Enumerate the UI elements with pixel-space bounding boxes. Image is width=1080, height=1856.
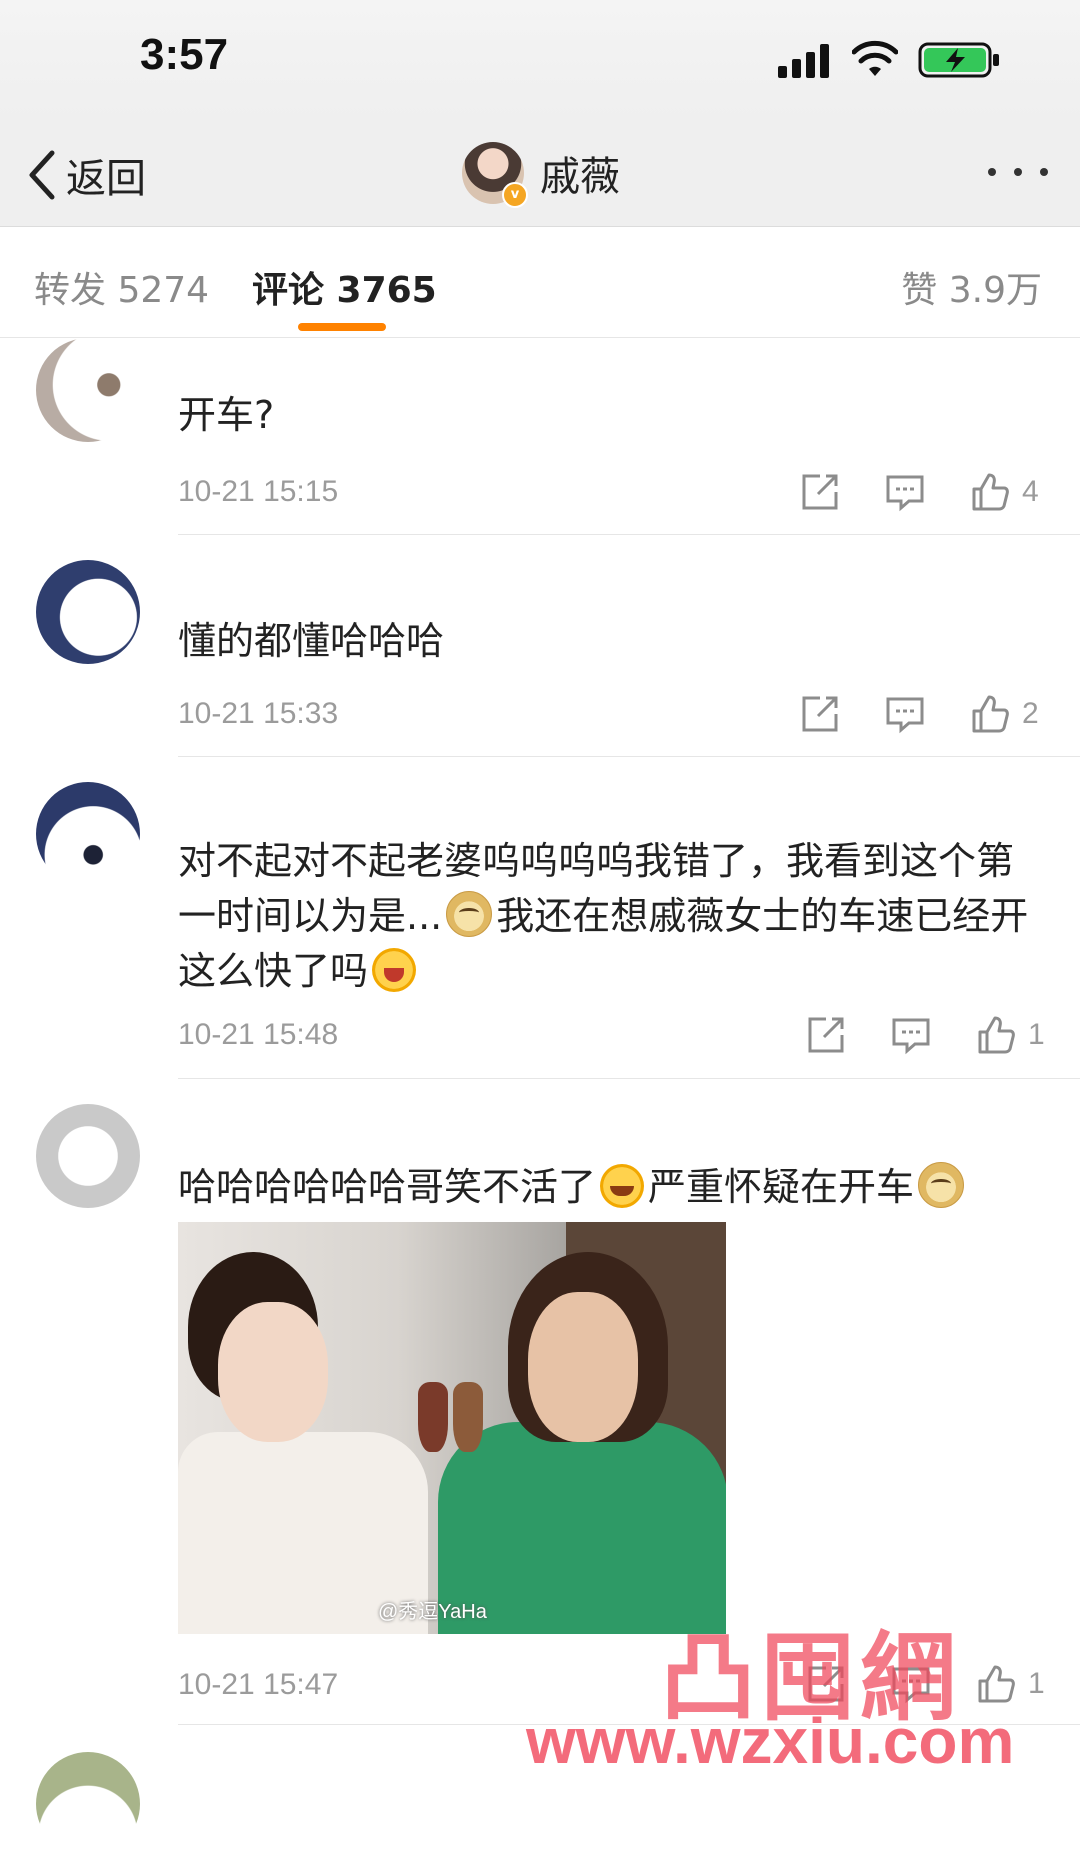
tab-comment[interactable]: 评论 3765 <box>252 261 437 313</box>
tab-like[interactable]: 赞 3.9万 <box>901 261 1042 313</box>
comment-time: 10-21 15:48 <box>178 1018 339 1051</box>
comment-time: 10-21 15:33 <box>178 697 339 730</box>
verified-badge-icon: v <box>502 182 528 208</box>
crying-emoji-icon <box>372 948 417 992</box>
back-label: 返回 <box>66 156 146 202</box>
photo-ice-cream <box>418 1382 448 1452</box>
thumbs-up-icon[interactable] <box>970 694 1010 734</box>
reply-comment-icon[interactable] <box>885 472 925 512</box>
comment-text: 开车? <box>178 393 275 437</box>
comment-text-part: 哈哈哈哈哈哈哥笑不活了 <box>178 1165 597 1209</box>
active-tab-indicator <box>298 323 386 331</box>
comment-item: 懂的都懂哈哈哈 10-21 15:33 2 <box>0 560 1080 757</box>
thumbs-up-icon[interactable] <box>976 1664 1016 1704</box>
share-icon[interactable] <box>800 694 840 734</box>
comment-divider <box>178 1078 1080 1079</box>
thumbs-up-icon[interactable] <box>970 472 1010 512</box>
like-count: 2 <box>1022 697 1039 730</box>
laugh-cry-emoji-icon <box>600 1164 645 1208</box>
comment-item: 开车? 10-21 15:15 4 <box>0 338 1080 535</box>
comment-actions: 1 <box>806 1015 1045 1055</box>
cellular-signal-icon <box>778 44 829 78</box>
profile-avatar[interactable]: v <box>462 142 528 208</box>
comment-text: 懂的都懂哈哈哈 <box>178 619 445 663</box>
comment-actions: 4 <box>800 472 1039 512</box>
comment-text-part: 严重怀疑在开车 <box>648 1165 915 1209</box>
tab-bar: 转发 5274 评论 3765 赞 3.9万 <box>0 227 1080 338</box>
like-count: 1 <box>1028 1018 1045 1051</box>
comment-item: 对不起对不起老婆呜呜呜呜我错了，我看到这个第一时间以为是... 我还在想戚薇女士的… <box>0 782 1080 1079</box>
photo-man-face <box>528 1292 638 1442</box>
status-time: 3:57 <box>140 30 229 79</box>
tab-forward[interactable]: 转发 5274 <box>34 261 209 313</box>
thumbs-up-icon[interactable] <box>976 1015 1016 1055</box>
like-count: 1 <box>1028 1667 1045 1700</box>
profile-header[interactable]: v 戚薇 <box>462 142 620 208</box>
comment-image[interactable]: @秀逗YaHa <box>178 1222 726 1634</box>
chevron-left-icon <box>29 150 55 200</box>
comment-time: 10-21 15:47 <box>178 1668 339 1701</box>
comment-actions: 2 <box>800 694 1039 734</box>
commenter-avatar[interactable] <box>36 1752 140 1856</box>
photo-woman-face <box>218 1302 328 1442</box>
comment-divider <box>178 756 1080 757</box>
battery-charging-icon <box>918 42 999 78</box>
photo-ice-cream <box>453 1382 483 1452</box>
share-icon[interactable] <box>806 1015 846 1055</box>
more-options-icon[interactable] <box>986 164 1050 180</box>
image-watermark-caption: @秀逗YaHa <box>378 1601 487 1623</box>
profile-name[interactable]: 戚薇 <box>540 144 620 202</box>
doge-emoji-icon <box>918 1162 965 1208</box>
reply-comment-icon[interactable] <box>885 694 925 734</box>
reply-comment-icon[interactable] <box>891 1015 931 1055</box>
wifi-icon <box>852 40 898 76</box>
commenter-avatar[interactable] <box>36 1104 140 1208</box>
status-bar: 3:57 <box>0 0 1080 120</box>
nav-bar: 返回 v 戚薇 <box>0 120 1080 227</box>
watermark-url: www.wzxiu.com <box>526 1705 1015 1777</box>
comment-time: 10-21 15:15 <box>178 475 339 508</box>
commenter-avatar[interactable] <box>36 338 140 442</box>
commenter-avatar[interactable] <box>36 782 140 886</box>
commenter-avatar[interactable] <box>36 560 140 664</box>
like-count: 4 <box>1022 475 1039 508</box>
doge-emoji-icon <box>446 891 493 937</box>
comment-text: 哈哈哈哈哈哈哥笑不活了 严重怀疑在开车 <box>178 1160 1048 1215</box>
back-button[interactable]: 返回 <box>26 146 146 204</box>
share-icon[interactable] <box>800 472 840 512</box>
comment-text: 对不起对不起老婆呜呜呜呜我错了，我看到这个第一时间以为是... 我还在想戚薇女士的… <box>178 834 1048 999</box>
comment-divider <box>178 534 1080 535</box>
